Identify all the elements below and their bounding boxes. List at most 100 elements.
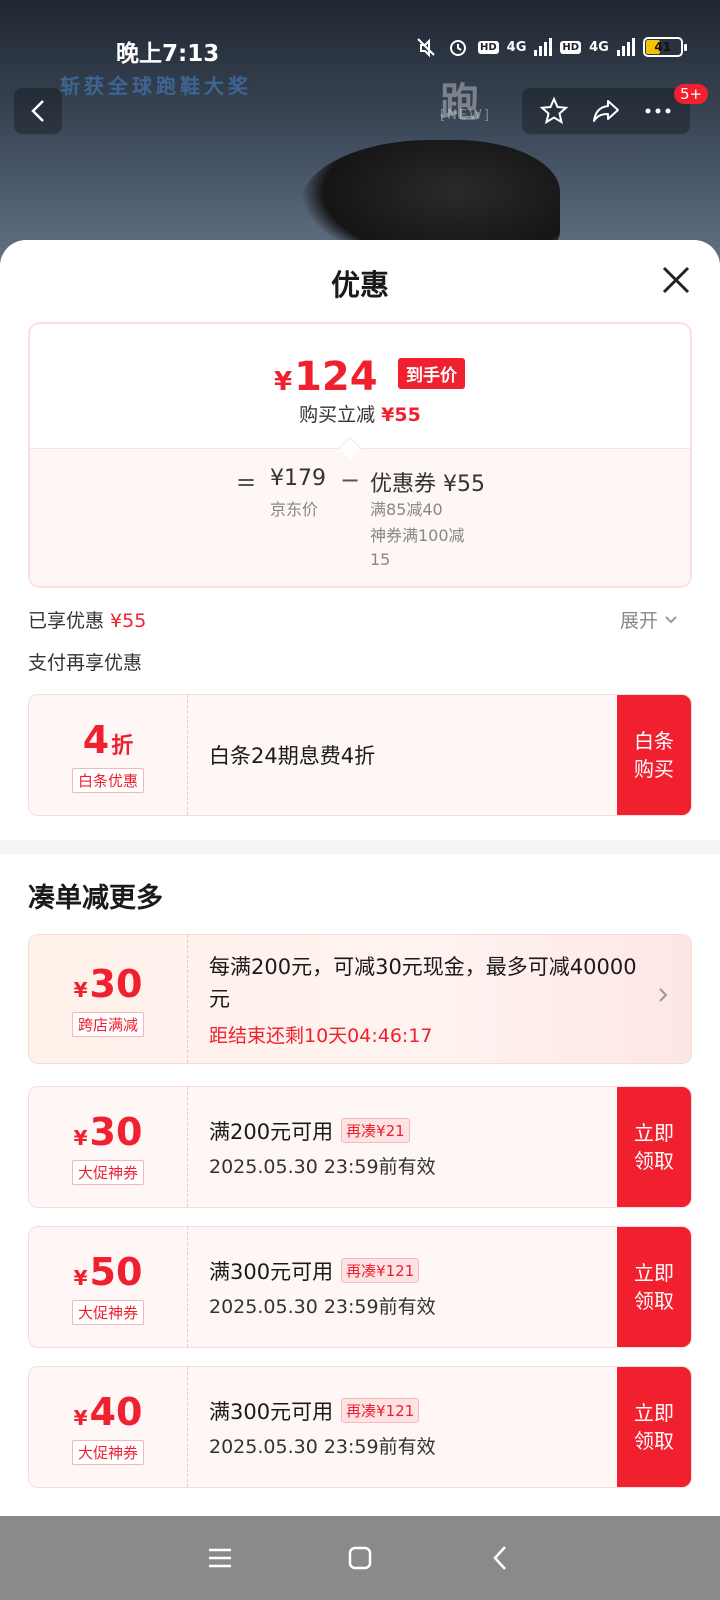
chevron-down-icon	[665, 615, 677, 623]
coupon-detail-1: 满85减40	[370, 500, 443, 519]
claim-coupon-label: 立即领取	[634, 1261, 674, 1313]
equals-sign: =	[236, 468, 257, 496]
close-button[interactable]	[658, 262, 694, 298]
coupon-title-row: 满300元可用 再凑¥121	[209, 1256, 436, 1286]
coupon-body: 满200元可用 再凑¥21 2025.05.30 23:59前有效	[209, 1087, 436, 1207]
baitiao-discount: 4 折	[83, 718, 133, 762]
status-bar: 晚上7:13 HD 4G HD 4G 41	[0, 0, 720, 67]
coupon-currency: ¥	[73, 1405, 88, 1430]
enjoyed-value: ¥55	[110, 610, 147, 632]
final-price: ¥ 124	[274, 354, 378, 400]
card-divider	[187, 1367, 188, 1487]
recent-apps-button[interactable]	[200, 1538, 240, 1578]
coupon-card: ¥ 40 大促神券 满300元可用 再凑¥121 2025.05.30 23:5…	[28, 1366, 692, 1488]
coupon-card: ¥ 50 大促神券 满300元可用 再凑¥121 2025.05.30 23:5…	[28, 1226, 692, 1348]
message-count-badge: 5+	[674, 84, 709, 104]
promo-amount: ¥ 30	[74, 962, 143, 1006]
promo-currency: ¥	[73, 977, 88, 1002]
more-offers-title: 凑单减更多	[28, 883, 163, 914]
baitiao-discount-unit: 折	[111, 733, 134, 759]
enjoyed-label: 已享优惠	[28, 610, 105, 632]
baitiao-discount-value: 4	[82, 717, 110, 762]
battery-level: 41	[654, 40, 672, 54]
share-icon	[593, 100, 619, 122]
claim-coupon-label: 立即领取	[634, 1121, 674, 1173]
baitiao-offer-left: 4 折 白条优惠	[29, 695, 187, 815]
chevron-left-icon	[31, 100, 44, 122]
coupon-detail-2: 神券满100减15	[370, 526, 465, 569]
coupon-condition: 满300元可用	[209, 1259, 334, 1284]
menu-icon	[209, 1548, 231, 1568]
promo-description: 每满200元，可减30元现金，最多可减40000元	[209, 954, 637, 1011]
coupon-currency: ¥	[73, 1265, 88, 1290]
status-icons: HD 4G HD 4G 41	[414, 36, 687, 58]
coupon-amount-value: 50	[89, 1249, 143, 1294]
claim-coupon-button[interactable]: 立即领取	[617, 1087, 691, 1207]
baitiao-offer-title: 白条24期息费4折	[209, 744, 376, 768]
hero-brand-line: 斩获全球跑鞋大奖	[60, 74, 252, 98]
jd-price-label: 京东价	[270, 500, 319, 519]
card-divider	[187, 935, 188, 1063]
baitiao-offer-card: 4 折 白条优惠 白条24期息费4折 白条购买	[28, 694, 692, 816]
discount-sheet: 优惠 ¥ 124 到手价 购买立减 ¥55 = ¥179 京东价 − 优惠券 ¥5…	[0, 240, 720, 1516]
coupon-condition: 满200元可用	[209, 1119, 334, 1144]
expand-button[interactable]: 展开	[620, 606, 678, 633]
coupon-expiry: 2025.05.30 23:59前有效	[209, 1155, 436, 1178]
coupon-expiry: 2025.05.30 23:59前有效	[209, 1435, 436, 1458]
coupon-title-row: 满200元可用 再凑¥21	[209, 1116, 436, 1146]
hero-new-label: [NEW]	[440, 108, 491, 123]
system-navigation-bar	[0, 1516, 720, 1600]
star-icon	[539, 96, 569, 125]
more-button[interactable]	[640, 93, 676, 129]
coupon-body: 满300元可用 再凑¥121 2025.05.30 23:59前有效	[209, 1227, 436, 1347]
claim-coupon-label: 立即领取	[634, 1401, 674, 1453]
card-divider	[187, 1227, 188, 1347]
baitiao-offer-body: 白条24期息费4折	[209, 695, 375, 815]
favorite-button[interactable]	[536, 93, 572, 129]
product-actions	[522, 88, 690, 134]
final-price-currency: ¥	[274, 367, 293, 397]
mute-icon	[414, 36, 438, 58]
sheet-title: 优惠	[330, 268, 389, 302]
hd-icon-2: HD	[560, 40, 582, 54]
close-icon	[662, 266, 690, 294]
buy-reduce-label: 购买立减	[299, 404, 376, 426]
coupon-amount: ¥ 40	[74, 1390, 143, 1434]
baitiao-buy-label: 白条购买	[634, 729, 674, 781]
pay-more-title: 支付再享优惠	[28, 652, 143, 674]
coupon-amount-value: 30	[89, 1109, 143, 1154]
coupon-amount: ¥ 30	[74, 1110, 143, 1154]
cross-store-promo-card[interactable]: ¥ 30 跨店满减 每满200元，可减30元现金，最多可减40000元 距结束还…	[28, 934, 692, 1064]
card-divider	[187, 695, 188, 815]
signal-icon-2	[616, 38, 635, 56]
claim-coupon-button[interactable]: 立即领取	[617, 1227, 691, 1347]
signal-icon	[534, 38, 553, 56]
coupon-tag: 大促神券	[71, 1439, 144, 1465]
promo-amount-value: 30	[89, 961, 143, 1006]
battery-icon: 41	[642, 37, 687, 57]
baitiao-buy-button[interactable]: 白条购买	[617, 695, 691, 815]
more-icon	[645, 108, 671, 114]
coupon-left: ¥ 30 大促神券	[29, 1087, 187, 1207]
minus-sign: −	[340, 466, 361, 494]
expand-label: 展开	[620, 610, 659, 632]
status-time: 晚上7:13	[116, 41, 220, 67]
chevron-right-icon	[657, 985, 669, 1009]
baitiao-tag: 白条优惠	[71, 767, 144, 793]
coupon-left: ¥ 50 大促神券	[29, 1227, 187, 1347]
claim-coupon-button[interactable]: 立即领取	[617, 1367, 691, 1487]
coupon-body: 满300元可用 再凑¥121 2025.05.30 23:59前有效	[209, 1367, 436, 1487]
section-gap	[0, 840, 720, 854]
final-price-tag: 到手价	[398, 358, 465, 389]
back-button[interactable]	[14, 88, 62, 134]
home-button[interactable]	[340, 1538, 380, 1578]
price-breakdown-card: ¥ 124 到手价 购买立减 ¥55 = ¥179 京东价 − 优惠券 ¥55 满…	[28, 322, 692, 588]
back-nav-button[interactable]	[480, 1538, 520, 1578]
card-divider	[187, 1087, 188, 1207]
coupon-needed-tag: 再凑¥121	[341, 1398, 420, 1423]
network-label-2: 4G	[589, 39, 609, 55]
coupon-needed-tag: 再凑¥21	[341, 1118, 410, 1143]
hd-icon: HD	[478, 40, 499, 54]
coupon-needed-tag: 再凑¥121	[341, 1258, 420, 1283]
share-button[interactable]	[588, 93, 624, 129]
